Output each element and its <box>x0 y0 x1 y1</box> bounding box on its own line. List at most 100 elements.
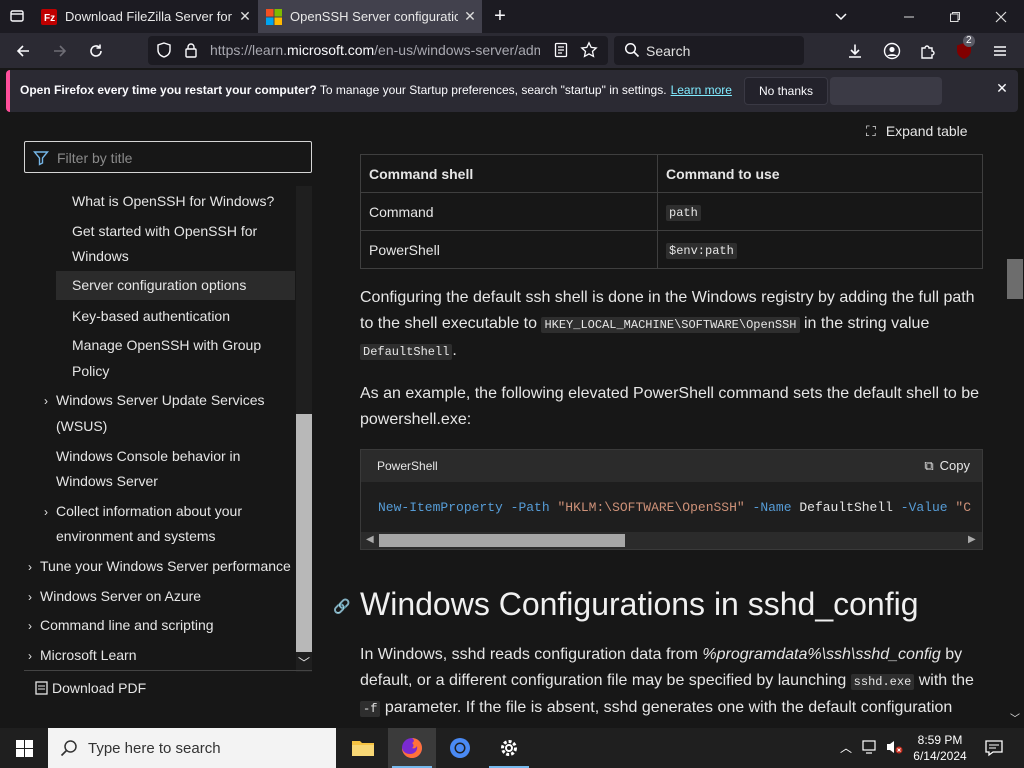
forward-arrow-icon[interactable] <box>47 38 73 64</box>
sidebar-item-manage-group-policy[interactable]: Manage OpenSSH with Group <box>72 333 261 358</box>
page-scrollbar-thumb[interactable] <box>1007 259 1023 299</box>
tab-bar: Fz Download FileZilla Server for Wi ✕ Op… <box>0 0 1024 33</box>
page-scrollbar-track[interactable] <box>1006 116 1024 728</box>
code-horizontal-scrollbar[interactable]: ◀ ▶ <box>361 532 982 549</box>
downloads-icon[interactable] <box>842 38 868 64</box>
no-thanks-button[interactable]: No thanks <box>744 77 828 105</box>
sidebar-item-label: Server configuration options <box>72 277 247 293</box>
taskbar-search-box[interactable]: Type here to search <box>48 728 336 768</box>
sidebar-item-wsus-cont[interactable]: (WSUS) <box>56 414 107 439</box>
bookmark-star-icon[interactable] <box>580 41 598 64</box>
expand-chevron-icon[interactable]: › <box>28 619 32 633</box>
firefox-icon[interactable] <box>388 728 436 768</box>
sidebar-item-microsoft-learn[interactable]: Microsoft Learn <box>40 643 136 668</box>
table-row: Command path <box>360 192 983 231</box>
close-window-icon[interactable] <box>978 0 1024 33</box>
code-scrollbar-thumb[interactable] <box>379 534 625 547</box>
search-bar[interactable]: Search <box>614 36 804 65</box>
list-all-tabs-icon[interactable] <box>828 3 854 29</box>
sidebar-item-get-started[interactable]: Get started with OpenSSH for <box>72 219 257 244</box>
expand-chevron-icon[interactable]: › <box>28 649 32 663</box>
show-hidden-icons-icon[interactable]: ︿ <box>840 739 852 756</box>
table-cell: Command <box>360 192 658 231</box>
sidebar-item-get-started-cont[interactable]: Windows <box>72 244 129 269</box>
sidebar-item-wsus[interactable]: Windows Server Update Services <box>56 388 265 413</box>
sidebar-item-console-behavior-cont[interactable]: Windows Server <box>56 469 158 494</box>
system-clock[interactable]: 8:59 PM 6/14/2024 <box>905 732 975 764</box>
table-row: PowerShell $env:path <box>360 230 983 269</box>
microsoft-icon <box>266 8 282 25</box>
minimize-icon[interactable] <box>886 0 932 33</box>
sidebar-item-key-based-auth[interactable]: Key-based authentication <box>72 304 230 329</box>
extensions-icon[interactable] <box>915 38 941 64</box>
volume-muted-icon[interactable] <box>885 739 903 760</box>
settings-gear-icon[interactable] <box>485 728 533 768</box>
notification-message: Open Firefox every time you restart your… <box>20 83 732 97</box>
tab-title: Download FileZilla Server for Wi <box>65 9 233 24</box>
sidebar-item-tune-performance[interactable]: Tune your Windows Server performance <box>40 554 291 579</box>
new-tab-icon[interactable]: + <box>487 3 513 29</box>
sidebar-item-command-line[interactable]: Command line and scripting <box>40 613 214 638</box>
tab-title: OpenSSH Server configuration f <box>290 9 458 24</box>
table-header: Command shell <box>360 154 658 193</box>
url-text[interactable]: https://learn.microsoft.com/en-us/window… <box>210 42 540 58</box>
ublock-origin-icon[interactable]: 2 <box>951 35 977 64</box>
notification-text: To manage your Startup preferences, sear… <box>316 83 667 97</box>
notifications-icon[interactable] <box>984 738 1004 763</box>
tab-filezilla[interactable]: Fz Download FileZilla Server for Wi ✕ <box>33 0 257 33</box>
expand-chevron-icon[interactable]: › <box>44 394 48 408</box>
filter-input[interactable]: Filter by title <box>24 141 312 173</box>
close-tab-icon[interactable]: ✕ <box>233 8 257 25</box>
sidebar-item-what-is-openssh[interactable]: What is OpenSSH for Windows? <box>72 189 274 214</box>
expand-icon: ⛶ <box>866 123 876 139</box>
search-icon <box>60 739 78 762</box>
network-icon[interactable] <box>862 739 880 760</box>
learn-more-link[interactable]: Learn more <box>671 83 732 97</box>
command-table: Command shell Command to use Command pat… <box>360 154 983 269</box>
sidebar-item-collect-info-cont[interactable]: environment and systems <box>56 524 216 549</box>
code-language: PowerShell <box>377 459 438 473</box>
address-bar[interactable]: https://learn.microsoft.com/en-us/window… <box>148 36 608 65</box>
menu-hamburger-icon[interactable] <box>987 38 1013 64</box>
expand-chevron-icon[interactable]: › <box>28 560 32 574</box>
inline-code: DefaultShell <box>360 344 453 360</box>
sidebar-item-collect-info[interactable]: Collect information about your <box>56 499 242 524</box>
anchor-link-icon[interactable]: 🔗 <box>333 598 350 615</box>
section-heading: Windows Configurations in sshd_config <box>360 586 919 622</box>
code-line[interactable]: New-ItemProperty -Path "HKLM:\SOFTWARE\O… <box>378 500 980 515</box>
page-content: Filter by title ︿ What is OpenSSH for Wi… <box>0 116 1024 728</box>
sidebar-item-azure[interactable]: Windows Server on Azure <box>40 584 201 609</box>
tab-list-icon[interactable] <box>4 3 30 29</box>
startup-notification-bar: Open Firefox every time you restart your… <box>6 70 1018 112</box>
sidebar-item-console-behavior[interactable]: Windows Console behavior in <box>56 444 240 469</box>
sidebar-scrollbar-thumb[interactable] <box>296 414 312 652</box>
close-tab-icon[interactable]: ✕ <box>458 8 482 25</box>
clock-date: 6/14/2024 <box>913 749 967 763</box>
account-icon[interactable] <box>879 38 905 64</box>
search-placeholder: Search <box>646 43 691 59</box>
expand-table-button[interactable]: ⛶ Expand table <box>866 123 968 140</box>
close-notification-icon[interactable]: ✕ <box>992 80 1012 100</box>
windows-start-icon[interactable] <box>0 728 48 768</box>
download-pdf-button[interactable]: Download PDF <box>24 670 312 704</box>
scroll-left-icon[interactable]: ◀ <box>366 534 374 545</box>
expand-chevron-icon[interactable]: › <box>28 590 32 604</box>
page-scroll-down-icon[interactable]: ﹀ <box>1010 710 1020 725</box>
chrome-icon[interactable] <box>436 728 484 768</box>
scroll-down-chevron-icon[interactable]: ﹀ <box>298 654 310 671</box>
sidebar-item-server-configuration[interactable]: Server configuration options <box>56 271 295 300</box>
reader-view-icon[interactable] <box>553 42 569 63</box>
expand-chevron-icon[interactable]: › <box>44 505 48 519</box>
sidebar-item-manage-group-policy-cont[interactable]: Policy <box>72 359 109 384</box>
copy-button[interactable]: ⧉ Copy <box>924 458 970 474</box>
file-explorer-icon[interactable] <box>339 728 387 768</box>
settings-button[interactable] <box>830 77 942 105</box>
tracking-protection-icon[interactable] <box>156 42 172 63</box>
lock-icon[interactable] <box>184 42 198 63</box>
inline-code: sshd.exe <box>850 674 915 690</box>
restore-icon[interactable] <box>932 0 978 33</box>
reload-icon[interactable] <box>83 38 109 64</box>
scroll-right-icon[interactable]: ▶ <box>968 534 976 545</box>
back-arrow-icon[interactable] <box>10 38 36 64</box>
tab-openssh[interactable]: OpenSSH Server configuration f ✕ <box>258 0 482 33</box>
